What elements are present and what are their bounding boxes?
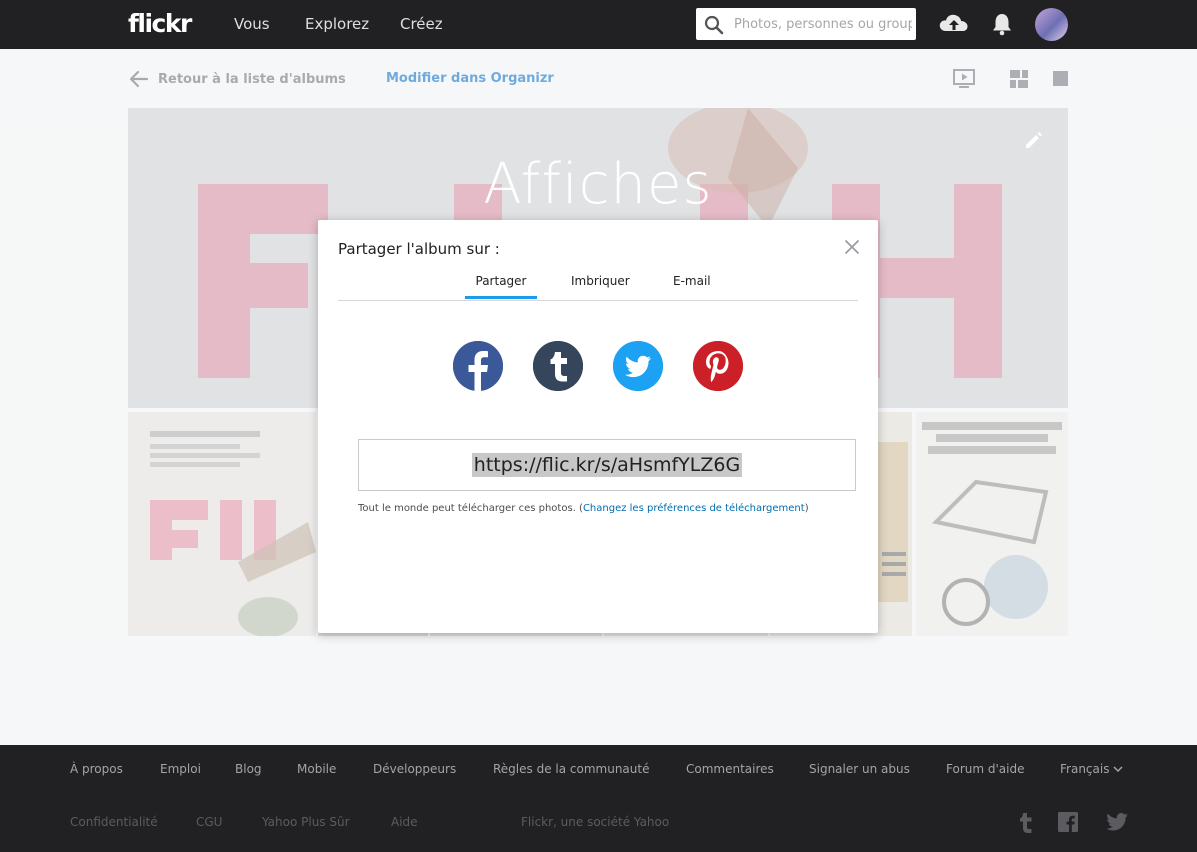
- footer-link-yahoo-plus-sur[interactable]: Yahoo Plus Sûr: [262, 815, 350, 829]
- footer-link-commentaires[interactable]: Commentaires: [686, 762, 774, 776]
- footer-link-confidentialite[interactable]: Confidentialité: [70, 815, 158, 829]
- footer-link-forum-aide[interactable]: Forum d'aide: [946, 762, 1024, 776]
- facebook-icon: [453, 341, 503, 391]
- twitter-icon: [613, 341, 663, 391]
- download-note-close-paren: ): [804, 503, 809, 514]
- language-selector[interactable]: Français: [1060, 762, 1123, 776]
- social-share-buttons: [453, 341, 743, 391]
- user-avatar[interactable]: [1035, 8, 1068, 41]
- footer-link-emploi[interactable]: Emploi: [160, 762, 201, 776]
- nav-creez[interactable]: Créez: [400, 15, 443, 33]
- search-box: [696, 8, 916, 40]
- footer-link-regles[interactable]: Règles de la communauté: [493, 762, 649, 776]
- footer-company: Flickr, une société Yahoo: [521, 815, 670, 829]
- pinterest-icon: [693, 341, 743, 391]
- footer-link-a-propos[interactable]: À propos: [70, 762, 123, 776]
- notifications-bell-icon[interactable]: [991, 12, 1013, 36]
- download-note: Tout le monde peut télécharger ces photo…: [358, 503, 809, 514]
- tab-partager[interactable]: Partager: [465, 274, 537, 299]
- tumblr-share-button[interactable]: [533, 341, 583, 391]
- twitter-icon[interactable]: [1106, 813, 1128, 831]
- facebook-icon[interactable]: [1058, 812, 1078, 832]
- share-url-text: https://flic.kr/s/aHsmfYLZ6G: [471, 453, 743, 477]
- footer-link-cgu[interactable]: CGU: [196, 815, 222, 829]
- close-icon[interactable]: [844, 239, 860, 255]
- chevron-down-icon: [1113, 766, 1123, 773]
- footer-link-mobile[interactable]: Mobile: [297, 762, 336, 776]
- twitter-share-button[interactable]: [613, 341, 663, 391]
- footer-link-aide[interactable]: Aide: [391, 815, 418, 829]
- facebook-share-button[interactable]: [453, 341, 503, 391]
- footer: À propos Emploi Blog Mobile Développeurs…: [0, 745, 1197, 852]
- change-download-preferences-link[interactable]: Changez les préférences de téléchargemen…: [583, 503, 805, 514]
- download-note-text: Tout le monde peut télécharger ces photo…: [358, 503, 583, 514]
- nav-explorez[interactable]: Explorez: [305, 15, 369, 33]
- share-album-dialog: Partager l'album sur : Partager Imbrique…: [318, 220, 878, 633]
- tab-imbriquer[interactable]: Imbriquer: [571, 274, 630, 288]
- tumblr-icon: [533, 341, 583, 391]
- top-navigation: flickr Vous Explorez Créez: [0, 0, 1197, 49]
- share-tabs: Partager Imbriquer E-mail: [338, 268, 858, 301]
- language-label: Français: [1060, 762, 1110, 776]
- flickr-logo[interactable]: flickr: [128, 9, 192, 38]
- nav-vous[interactable]: Vous: [234, 15, 270, 33]
- upload-icon[interactable]: [938, 11, 970, 35]
- footer-link-developpeurs[interactable]: Développeurs: [373, 762, 456, 776]
- search-icon[interactable]: [704, 15, 724, 35]
- footer-link-signaler-abus[interactable]: Signaler un abus: [809, 762, 910, 776]
- pinterest-share-button[interactable]: [693, 341, 743, 391]
- tab-email[interactable]: E-mail: [673, 274, 711, 288]
- share-url-field[interactable]: https://flic.kr/s/aHsmfYLZ6G: [358, 439, 856, 491]
- footer-link-blog[interactable]: Blog: [235, 762, 262, 776]
- dialog-title: Partager l'album sur :: [338, 240, 500, 258]
- tumblr-icon[interactable]: [1019, 813, 1033, 833]
- search-input[interactable]: [734, 8, 912, 40]
